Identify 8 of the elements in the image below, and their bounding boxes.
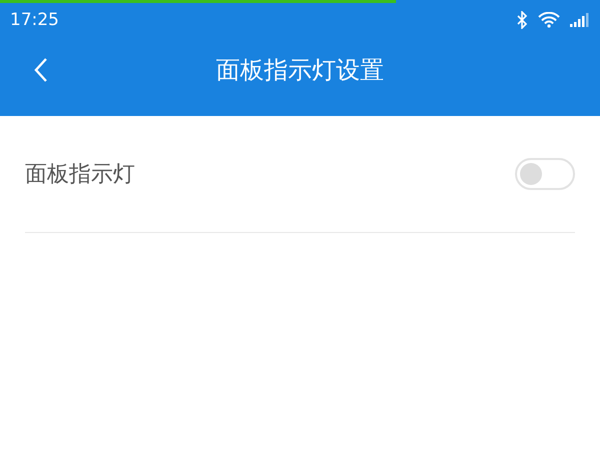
status-time: 17:25 bbox=[10, 10, 59, 30]
toggle-switch[interactable] bbox=[515, 158, 575, 190]
setting-label: 面板指示灯 bbox=[25, 161, 135, 189]
bluetooth-icon bbox=[516, 10, 528, 28]
signal-icon bbox=[570, 12, 590, 26]
wifi-icon bbox=[538, 12, 560, 28]
back-icon[interactable] bbox=[34, 57, 48, 83]
page-title: 面板指示灯设置 bbox=[216, 55, 384, 86]
